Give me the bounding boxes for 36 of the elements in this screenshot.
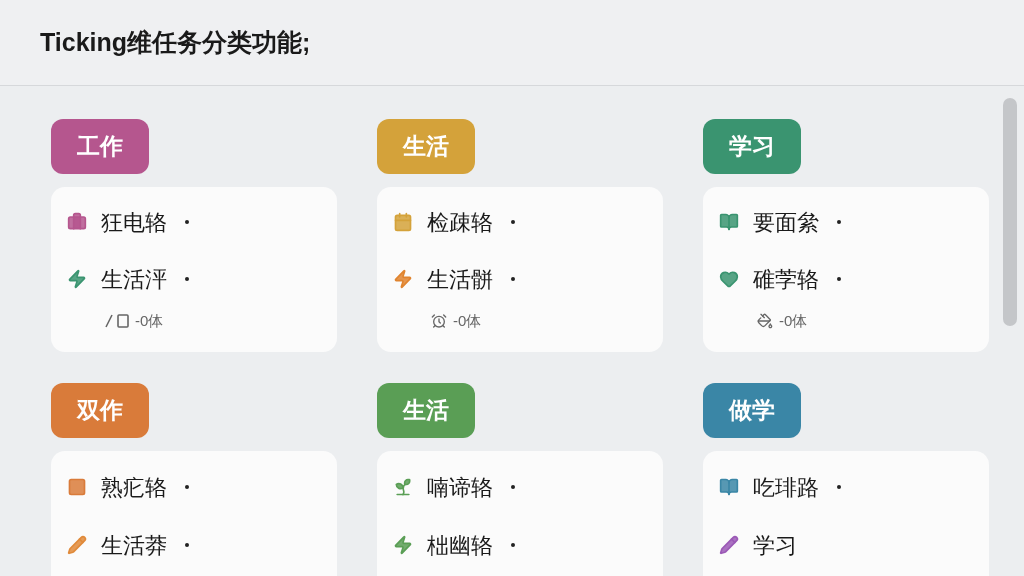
- paint-bucket-icon: [757, 312, 773, 329]
- task-title[interactable]: 吃琲路: [753, 470, 819, 504]
- square-icon: [117, 313, 129, 328]
- category-tag[interactable]: 做学: [703, 383, 801, 438]
- task-title[interactable]: 生活骿: [427, 262, 493, 296]
- task-title[interactable]: 碓茡辂: [753, 262, 819, 296]
- book-icon: [719, 212, 739, 233]
- task-title[interactable]: 生活泙: [101, 262, 167, 296]
- sprout-icon: [393, 477, 413, 497]
- task-count: -0体: [779, 310, 808, 331]
- scrollbar[interactable]: [1003, 98, 1017, 326]
- pencil-icon: [719, 535, 739, 555]
- task-title[interactable]: 柮幽辂: [427, 528, 493, 562]
- book-icon: [719, 477, 739, 497]
- category-tag[interactable]: 学习: [703, 119, 801, 174]
- page-title: Ticking维任务分类功能;: [40, 26, 311, 58]
- task-title[interactable]: 狂电辂: [101, 205, 167, 239]
- task-title[interactable]: 检疎辂: [427, 205, 493, 239]
- lightning-icon: [393, 535, 413, 555]
- briefcase-icon: [67, 212, 87, 233]
- task-title[interactable]: 喃谛辂: [427, 470, 493, 504]
- task-title[interactable]: 熟疕辂: [101, 470, 167, 504]
- task-title[interactable]: 学习: [753, 528, 797, 562]
- category-tag[interactable]: 工作: [51, 119, 149, 174]
- calendar-icon: [393, 212, 413, 233]
- slash-icon: [105, 313, 113, 328]
- pencil-icon: [67, 535, 87, 555]
- task-count: -0体: [453, 310, 482, 331]
- lightning-icon: [67, 269, 87, 290]
- heart-icon: [719, 269, 739, 290]
- task-title[interactable]: 生活莽: [101, 528, 167, 562]
- alarm-icon: [431, 312, 447, 329]
- task-count: -0体: [135, 310, 164, 331]
- square-icon: [67, 477, 87, 497]
- lightning-icon: [393, 269, 413, 290]
- task-title[interactable]: 要面絫: [753, 205, 819, 239]
